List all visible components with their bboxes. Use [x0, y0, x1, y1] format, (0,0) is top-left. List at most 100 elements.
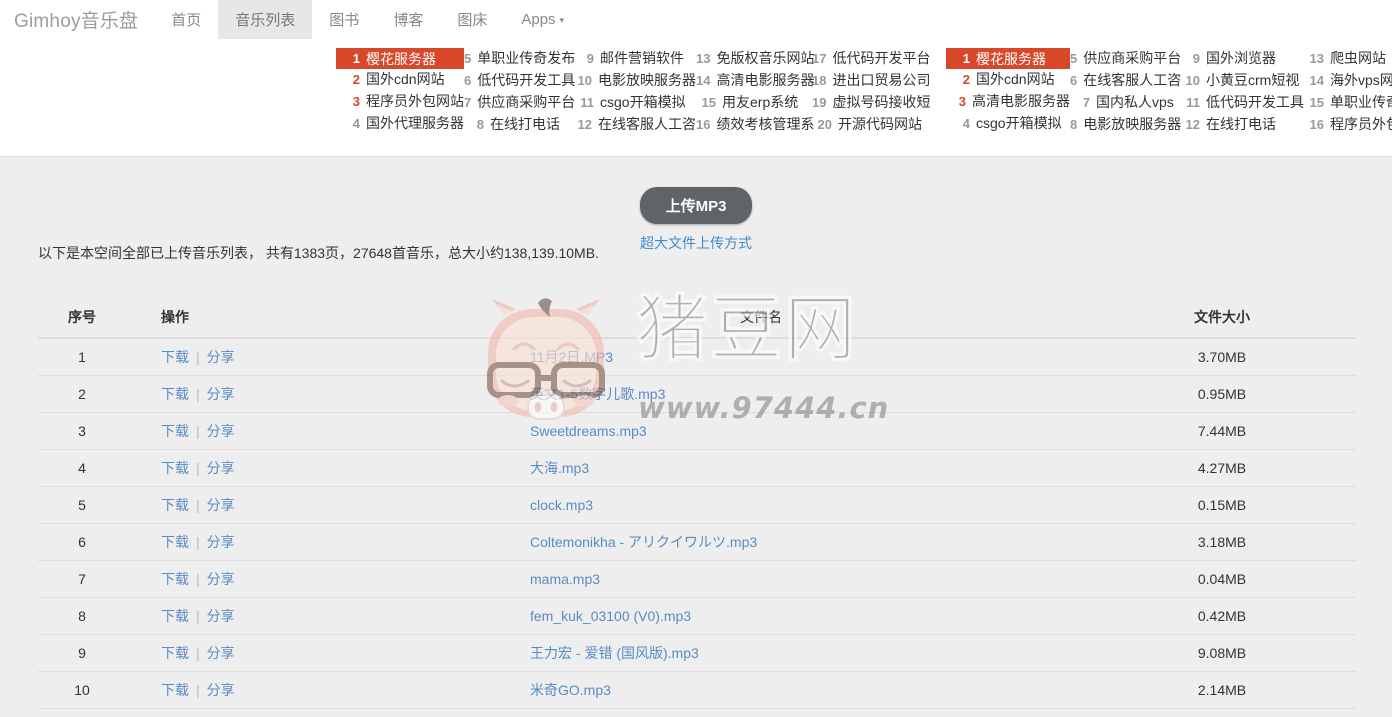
- ad-link-10[interactable]: 10 电影放映服务器: [574, 70, 696, 92]
- ad-link-18[interactable]: 18 进出口贸易公司: [812, 70, 930, 92]
- share-link[interactable]: 分享: [207, 497, 235, 513]
- ad-link-9[interactable]: 9 国外浏览器: [1180, 48, 1304, 70]
- share-link[interactable]: 分享: [207, 386, 235, 402]
- share-link[interactable]: 分享: [207, 682, 235, 698]
- nav-item-4[interactable]: 博客: [376, 0, 440, 39]
- download-link[interactable]: 下载: [161, 423, 189, 439]
- ad-link-label: 单职业传奇发: [1330, 94, 1392, 110]
- ad-link-13[interactable]: 13 免版权音乐网站: [696, 48, 815, 70]
- cell-index: 7: [38, 560, 126, 598]
- share-link[interactable]: 分享: [207, 534, 235, 550]
- ad-link-16[interactable]: 16 绩效考核管理系: [696, 114, 814, 136]
- ad-link-label: 在线打电话: [490, 116, 560, 132]
- column-header-filename[interactable]: 文件名: [258, 296, 1088, 339]
- download-link[interactable]: 下载: [161, 682, 189, 698]
- share-link[interactable]: 分享: [207, 423, 235, 439]
- ad-link-7[interactable]: 7 国内私人vps: [1070, 92, 1180, 114]
- ad-link-19[interactable]: 19 虚拟号码接收短: [812, 92, 930, 114]
- filename-link[interactable]: clock.mp3: [530, 497, 593, 513]
- ad-link-1[interactable]: 1 樱花服务器: [946, 48, 1070, 69]
- ad-link-14[interactable]: 14 海外vps网站: [1304, 70, 1392, 92]
- ad-link-12[interactable]: 12 在线客服人工咨: [574, 114, 696, 136]
- nav-item-3[interactable]: 图书: [312, 0, 376, 39]
- filename-link[interactable]: Sweetdreams.mp3: [530, 423, 647, 439]
- ad-link-8[interactable]: 8 电影放映服务器: [1070, 114, 1181, 136]
- ad-link-5[interactable]: 5 单职业传奇发布: [464, 48, 575, 70]
- ad-link-4[interactable]: 4 国外代理服务器: [340, 113, 464, 135]
- filename-link[interactable]: 英文1-5数字儿歌.mp3: [530, 386, 665, 402]
- filename-link[interactable]: 大海.mp3: [530, 460, 589, 476]
- ad-link-5[interactable]: 5 供应商采购平台: [1070, 48, 1181, 70]
- ad-link-2[interactable]: 2 国外cdn网站: [340, 69, 464, 91]
- site-brand[interactable]: Gimhoy音乐盘: [0, 0, 154, 39]
- ad-link-12[interactable]: 12 在线打电话: [1180, 114, 1304, 136]
- ad-link-14[interactable]: 14 高清电影服务器: [696, 70, 814, 92]
- cell-operations: 下载 | 分享: [126, 412, 258, 450]
- download-link[interactable]: 下载: [161, 608, 189, 624]
- ad-link-6[interactable]: 6 低代码开发工具: [464, 70, 575, 92]
- ad-rank-number: 1: [352, 51, 360, 66]
- filename-link[interactable]: 王力宏 - 爱错 (国风版).mp3: [530, 645, 699, 661]
- share-link[interactable]: 分享: [207, 571, 235, 587]
- ad-link-10[interactable]: 10 小黄豆crm短视: [1180, 70, 1304, 92]
- ad-link-label: 程序员外包网站: [366, 93, 464, 109]
- download-link[interactable]: 下载: [161, 460, 189, 476]
- cell-operations: 下载 | 分享: [126, 338, 258, 376]
- ad-link-label: 邮件营销软件: [600, 50, 684, 66]
- share-link[interactable]: 分享: [207, 349, 235, 365]
- ad-link-6[interactable]: 6 在线客服人工咨: [1070, 70, 1181, 92]
- ad-link-11[interactable]: 11 低代码开发工具: [1180, 92, 1304, 114]
- download-link[interactable]: 下载: [161, 349, 189, 365]
- ad-link-label: csgo开箱模拟: [976, 115, 1062, 131]
- cell-filesize: 0.04MB: [1088, 560, 1356, 598]
- download-link[interactable]: 下载: [161, 497, 189, 513]
- filename-link[interactable]: 11月2日.MP3: [530, 349, 613, 365]
- column-header-operation[interactable]: 操作: [126, 296, 258, 339]
- filename-link[interactable]: Coltemonikha - アリクイワルツ.mp3: [530, 534, 757, 550]
- large-file-upload-link[interactable]: 超大文件上传方式: [640, 233, 752, 253]
- column-header-index[interactable]: 序号: [38, 296, 126, 339]
- nav-item-5[interactable]: 图床: [440, 0, 504, 39]
- download-link[interactable]: 下载: [161, 571, 189, 587]
- ad-link-4[interactable]: 4 csgo开箱模拟: [950, 113, 1070, 135]
- table-row: 1 下载 | 分享 11月2日.MP3 3.70MB: [38, 338, 1356, 376]
- ad-link-label: csgo开箱模拟: [600, 94, 686, 110]
- filename-link[interactable]: mama.mp3: [530, 571, 600, 587]
- nav-item-6[interactable]: Apps ▾: [504, 0, 581, 39]
- ad-link-9[interactable]: 9 邮件营销软件: [574, 48, 696, 70]
- ad-link-2[interactable]: 2 国外cdn网站: [950, 69, 1070, 91]
- filename-link[interactable]: 米奇GO.mp3: [530, 682, 611, 698]
- ad-link-16[interactable]: 16 程序员外包网: [1304, 114, 1392, 136]
- ad-link-11[interactable]: 11 csgo开箱模拟: [574, 92, 696, 114]
- ad-link-3[interactable]: 3 高清电影服务器: [950, 91, 1070, 113]
- operation-separator: |: [196, 385, 200, 402]
- ad-rank-number: 14: [696, 73, 711, 88]
- nav-item-1[interactable]: 首页: [154, 0, 218, 39]
- cell-operations: 下载 | 分享: [126, 597, 258, 635]
- ad-link-7[interactable]: 7 供应商采购平台: [464, 92, 575, 114]
- ad-link-15[interactable]: 15 单职业传奇发: [1304, 92, 1392, 114]
- share-link[interactable]: 分享: [207, 460, 235, 476]
- ad-link-8[interactable]: 8 在线打电话: [464, 114, 574, 136]
- download-link[interactable]: 下载: [161, 386, 189, 402]
- ad-link-17[interactable]: 17 低代码开发平台: [812, 48, 930, 70]
- download-link[interactable]: 下载: [161, 645, 189, 661]
- ad-link-20[interactable]: 20 开源代码网站: [812, 114, 922, 136]
- nav-item-label: 音乐列表: [235, 12, 296, 29]
- nav-item-2[interactable]: 音乐列表: [218, 0, 313, 39]
- filename-link[interactable]: fem_kuk_03100 (V0).mp3: [530, 608, 691, 624]
- download-link[interactable]: 下载: [161, 534, 189, 550]
- share-link[interactable]: 分享: [207, 645, 235, 661]
- ad-column-2: 5 单职业传奇发布 6 低代码开发工具 7 供应商采购平台 8 在线打电话: [464, 48, 575, 136]
- column-header-filesize[interactable]: 文件大小: [1088, 296, 1356, 339]
- ad-link-label: 免版权音乐网站: [716, 50, 815, 66]
- ad-link-3[interactable]: 3 程序员外包网站: [340, 91, 464, 113]
- ad-link-13[interactable]: 13 爬虫网站: [1304, 48, 1392, 70]
- ad-link-15[interactable]: 15 用友erp系统: [696, 92, 812, 114]
- ad-rank-number: 12: [1185, 117, 1200, 132]
- ad-rank-number: 2: [962, 72, 970, 87]
- share-link[interactable]: 分享: [207, 608, 235, 624]
- ad-link-label: 樱花服务器: [976, 50, 1046, 67]
- upload-mp3-button[interactable]: 上传MP3: [639, 187, 753, 224]
- ad-link-1[interactable]: 1 樱花服务器: [336, 48, 464, 69]
